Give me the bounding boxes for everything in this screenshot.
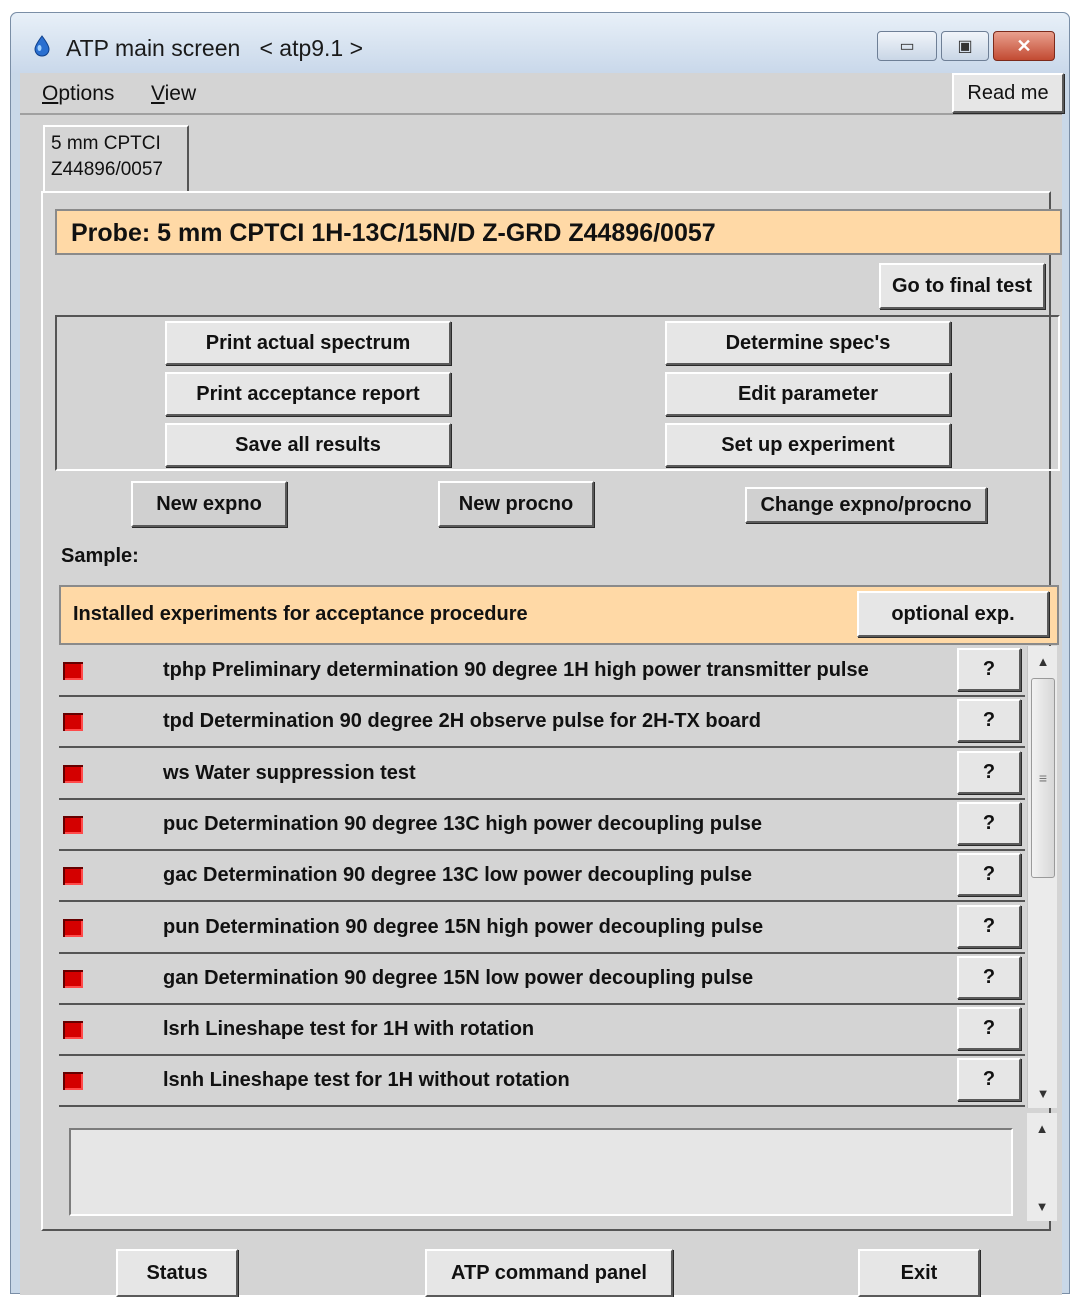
experiment-label: puc Determination 90 degree 13C high pow… (163, 813, 762, 835)
change-expno-procno-button[interactable]: Change expno/procno (745, 487, 987, 523)
experiment-label: gan Determination 90 degree 15N low powe… (163, 967, 754, 989)
close-button[interactable]: ✕ (993, 31, 1055, 61)
experiment-label: ws Water suppression test (163, 762, 416, 784)
exit-button[interactable]: Exit (858, 1249, 980, 1297)
log-scrollbar[interactable]: ▲ ▼ (1027, 1113, 1057, 1221)
experiment-row[interactable]: tpd Determination 90 degree 2H observe p… (59, 697, 1025, 748)
status-indicator-icon (63, 765, 83, 783)
maximize-icon: ▣ (957, 38, 973, 55)
scroll-up-arrow-icon[interactable]: ▲ (1028, 646, 1058, 676)
footer-bar: Status ATP command panel Exit (20, 1231, 1062, 1297)
experiment-list: tphp Preliminary determination 90 degree… (59, 646, 1025, 1108)
probe-panel: Probe: 5 mm CPTCI 1H-13C/15N/D Z-GRD Z44… (41, 191, 1062, 1231)
close-icon: ✕ (1016, 35, 1032, 56)
experiment-row[interactable]: lsnh Lineshape test for 1H without rotat… (59, 1056, 1025, 1107)
scroll-thumb[interactable]: ≡ (1031, 678, 1055, 878)
experiment-row[interactable]: ws Water suppression test? (59, 749, 1025, 800)
experiment-row[interactable]: pun Determination 90 degree 15N high pow… (59, 903, 1025, 954)
experiment-row[interactable]: lsrh Lineshape test for 1H with rotation… (59, 1005, 1025, 1056)
probe-header: Probe: 5 mm CPTCI 1H-13C/15N/D Z-GRD Z44… (55, 209, 1062, 255)
tab-probe[interactable]: 5 mm CPTCI Z44896/0057 (43, 125, 189, 191)
window-title-text: ATP main screen (66, 35, 241, 61)
status-indicator-icon (63, 867, 83, 885)
installed-experiments-title: Installed experiments for acceptance pro… (73, 603, 528, 625)
experiment-label: lsrh Lineshape test for 1H with rotation (163, 1018, 535, 1040)
save-all-results-button[interactable]: Save all results (165, 423, 451, 467)
window-title: ATP main screen < atp9.1 > (66, 35, 363, 62)
window-subtitle: < atp9.1 > (259, 35, 364, 61)
log-scroll-down-icon[interactable]: ▼ (1027, 1191, 1057, 1221)
status-indicator-icon (63, 713, 83, 731)
status-indicator-icon (63, 970, 83, 988)
scroll-down-arrow-icon[interactable]: ▼ (1028, 1078, 1058, 1108)
experiment-row[interactable]: gac Determination 90 degree 13C low powe… (59, 851, 1025, 902)
client-area: Options View Read me 5 mm CPTCI Z44896/0… (20, 73, 1064, 1297)
atp-command-panel-button[interactable]: ATP command panel (425, 1249, 673, 1297)
determine-specs-button[interactable]: Determine spec's (665, 321, 951, 365)
minimize-icon: ▭ (899, 38, 915, 55)
atp-main-window: ATP main screen < atp9.1 > ▭ ▣ ✕ Options… (10, 12, 1070, 1297)
status-indicator-icon (63, 662, 83, 680)
experiment-help-button[interactable]: ? (957, 1058, 1021, 1101)
experiment-help-button[interactable]: ? (957, 751, 1021, 794)
experiment-label: pun Determination 90 degree 15N high pow… (163, 916, 764, 938)
menu-view[interactable]: View (151, 82, 196, 106)
experiment-label: tphp Preliminary determination 90 degree… (163, 659, 869, 681)
title-bar[interactable]: ATP main screen < atp9.1 > ▭ ▣ ✕ (11, 13, 1069, 73)
status-button[interactable]: Status (116, 1249, 238, 1297)
experiment-help-button[interactable]: ? (957, 853, 1021, 896)
edit-parameter-button[interactable]: Edit parameter (665, 372, 951, 416)
experiment-help-button[interactable]: ? (957, 802, 1021, 845)
experiment-help-button[interactable]: ? (957, 648, 1021, 691)
experiment-label: lsnh Lineshape test for 1H without rotat… (163, 1069, 570, 1091)
status-indicator-icon (63, 816, 83, 834)
experiment-help-button[interactable]: ? (957, 905, 1021, 948)
optional-exp-button[interactable]: optional exp. (857, 591, 1049, 637)
read-me-button[interactable]: Read me (952, 73, 1064, 113)
new-expno-button[interactable]: New expno (131, 481, 287, 527)
go-to-final-test-button[interactable]: Go to final test (879, 263, 1045, 309)
status-indicator-icon (63, 1072, 83, 1090)
experiment-help-button[interactable]: ? (957, 1007, 1021, 1050)
sample-label: Sample: (61, 545, 139, 567)
status-indicator-icon (63, 919, 83, 937)
print-acceptance-report-button[interactable]: Print acceptance report (165, 372, 451, 416)
set-up-experiment-button[interactable]: Set up experiment (665, 423, 951, 467)
tab-probe-line1: 5 mm CPTCI (51, 133, 161, 154)
experiment-label: gac Determination 90 degree 13C low powe… (163, 864, 753, 886)
experiment-label: tpd Determination 90 degree 2H observe p… (163, 710, 761, 732)
app-drop-icon (34, 35, 50, 57)
experiment-row[interactable]: gan Determination 90 degree 15N low powe… (59, 954, 1025, 1005)
installed-experiments-header: Installed experiments for acceptance pro… (59, 585, 1059, 645)
experiment-help-button[interactable]: ? (957, 699, 1021, 742)
new-procno-button[interactable]: New procno (438, 481, 594, 527)
experiment-row[interactable]: puc Determination 90 degree 13C high pow… (59, 800, 1025, 851)
maximize-button[interactable]: ▣ (941, 31, 989, 61)
status-indicator-icon (63, 1021, 83, 1039)
experiment-list-scrollbar[interactable]: ▲ ≡ ▼ (1027, 646, 1057, 1108)
log-scroll-up-icon[interactable]: ▲ (1027, 1113, 1057, 1143)
print-actual-spectrum-button[interactable]: Print actual spectrum (165, 321, 451, 365)
experiment-row[interactable]: tphp Preliminary determination 90 degree… (59, 646, 1025, 697)
log-output-area[interactable] (69, 1128, 1013, 1216)
minimize-button[interactable]: ▭ (877, 31, 937, 61)
menu-options[interactable]: Options (42, 82, 114, 106)
experiment-help-button[interactable]: ? (957, 956, 1021, 999)
tab-probe-line2: Z44896/0057 (51, 159, 163, 180)
menu-bar: Options View Read me (20, 73, 1064, 115)
